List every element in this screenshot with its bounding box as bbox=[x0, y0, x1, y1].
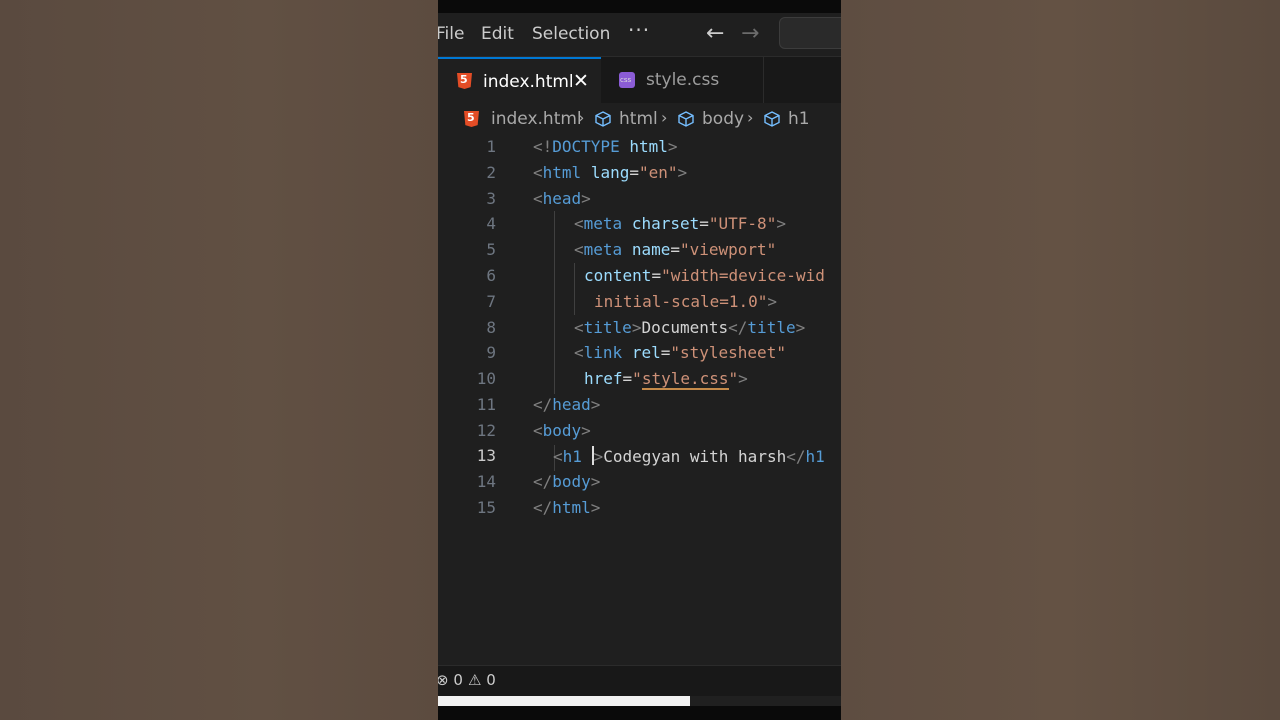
code-line: 14 </body> bbox=[438, 470, 841, 496]
line-number: 8 bbox=[486, 318, 496, 337]
line-number: 10 bbox=[476, 369, 496, 388]
code-line: 4 <meta charset="UTF-8"> bbox=[438, 212, 841, 238]
tab-label: index.html bbox=[483, 72, 574, 92]
arrow-right-icon[interactable]: → bbox=[741, 21, 759, 46]
breadcrumb-html[interactable]: html bbox=[619, 109, 658, 129]
warning-count: 0 bbox=[486, 671, 496, 689]
menu-file[interactable]: File bbox=[438, 24, 464, 44]
code-line: 10 href="style.css"> bbox=[438, 367, 841, 393]
arrow-left-icon[interactable]: ← bbox=[706, 21, 724, 46]
taskbar-strip bbox=[438, 696, 690, 706]
top-strip bbox=[438, 0, 841, 13]
line-number: 5 bbox=[486, 240, 496, 259]
tab-bar: index.html ✕ style.css bbox=[438, 56, 841, 104]
line-number: 15 bbox=[476, 498, 496, 517]
code-line: 9 <link rel="stylesheet" bbox=[438, 341, 841, 367]
status-bar: ⊗ 0 ⚠ 0 bbox=[438, 665, 841, 696]
line-number: 6 bbox=[486, 266, 496, 285]
link-underline[interactable]: style.css bbox=[641, 369, 729, 390]
code-line: 11 </head> bbox=[438, 393, 841, 419]
breadcrumb-h1[interactable]: h1 bbox=[788, 109, 810, 129]
problems-warnings[interactable]: ⚠ 0 bbox=[468, 671, 496, 689]
line-number: 12 bbox=[476, 421, 496, 440]
menu-edit[interactable]: Edit bbox=[481, 24, 514, 44]
html5-icon bbox=[464, 111, 479, 127]
css-icon bbox=[619, 72, 635, 88]
vscode-window: File Edit Selection ··· ← → index.html ✕… bbox=[438, 0, 841, 720]
code-line: 15 </html> bbox=[438, 496, 841, 522]
line-number: 3 bbox=[486, 189, 496, 208]
code-line-current: 13 <h1 >Codegyan with harsh</h1 bbox=[438, 444, 841, 470]
code-editor[interactable]: 1 <!DOCTYPE html> 2 <html lang="en"> 3 <… bbox=[438, 135, 841, 665]
line-number: 4 bbox=[486, 214, 496, 233]
symbol-element-icon bbox=[595, 111, 611, 127]
code-line: 8 <title>Documents</title> bbox=[438, 316, 841, 342]
code-line: 12 <body> bbox=[438, 419, 841, 445]
chevron-right-icon: › bbox=[661, 108, 668, 127]
taskbar-icons-strip bbox=[690, 696, 841, 706]
code-line: 2 <html lang="en"> bbox=[438, 161, 841, 187]
code-line: 7 initial-scale=1.0"> bbox=[438, 290, 841, 316]
command-center-search[interactable] bbox=[779, 17, 841, 49]
line-number: 14 bbox=[476, 472, 496, 491]
line-number: 13 bbox=[476, 446, 496, 465]
tab-label: style.css bbox=[646, 70, 720, 90]
menu-more-icon[interactable]: ··· bbox=[628, 18, 650, 42]
warning-icon: ⚠ bbox=[468, 671, 482, 689]
code-line: 6 content="width=device-wid bbox=[438, 264, 841, 290]
code-line: 1 <!DOCTYPE html> bbox=[438, 135, 841, 161]
html5-icon bbox=[457, 73, 472, 89]
tab-style-css[interactable]: style.css bbox=[602, 57, 764, 104]
line-number: 7 bbox=[486, 292, 496, 311]
line-number: 2 bbox=[486, 163, 496, 182]
tab-index-html[interactable]: index.html ✕ bbox=[438, 57, 601, 104]
problems-errors[interactable]: ⊗ 0 bbox=[438, 671, 463, 689]
line-number: 11 bbox=[476, 395, 496, 414]
breadcrumb-body[interactable]: body bbox=[702, 109, 744, 129]
code-line: 3 <head> bbox=[438, 187, 841, 213]
line-number: 9 bbox=[486, 343, 496, 362]
symbol-element-icon bbox=[678, 111, 694, 127]
menu-selection[interactable]: Selection bbox=[532, 24, 610, 44]
blurred-background-right bbox=[841, 0, 1280, 720]
breadcrumb-file[interactable]: index.html bbox=[491, 109, 582, 129]
blurred-background-left bbox=[0, 0, 438, 720]
line-number: 1 bbox=[486, 137, 496, 156]
chevron-right-icon: › bbox=[578, 108, 585, 127]
symbol-element-icon bbox=[764, 111, 780, 127]
chevron-right-icon: › bbox=[747, 108, 754, 127]
error-icon: ⊗ bbox=[438, 671, 449, 689]
close-icon[interactable]: ✕ bbox=[573, 70, 589, 92]
menu-bar: File Edit Selection ··· ← → bbox=[438, 13, 841, 56]
bottom-strip bbox=[438, 706, 841, 720]
code-line: 5 <meta name="viewport" bbox=[438, 238, 841, 264]
breadcrumb: index.html › html › body › h1 bbox=[438, 103, 841, 135]
error-count: 0 bbox=[453, 671, 463, 689]
